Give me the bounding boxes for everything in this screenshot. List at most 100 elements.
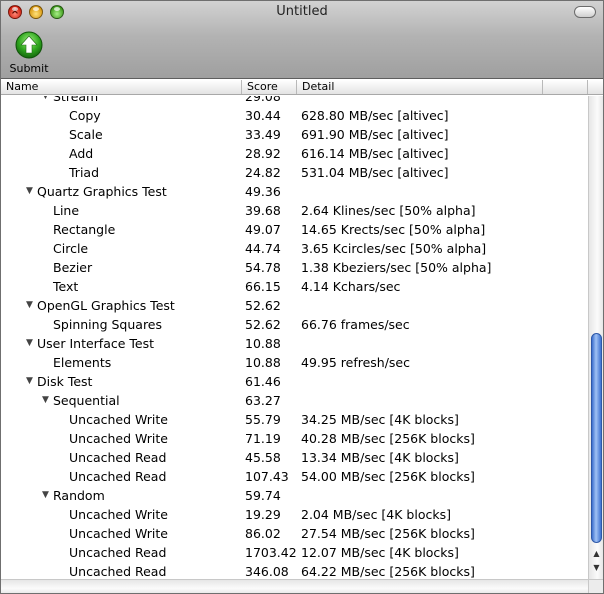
outline-row[interactable]: Copy 30.44 628.80 MB/sec [altivec]	[1, 106, 588, 125]
row-name: Random	[53, 488, 105, 503]
disclosure-triangle-icon[interactable]: ▼	[26, 296, 33, 315]
results-window: × Untitled Submit Name Score Detail ▼ St…	[0, 0, 604, 594]
outline-row[interactable]: Triad 24.82 531.04 MB/sec [altivec]	[1, 163, 588, 182]
disclosure-triangle-icon[interactable]: ▼	[26, 182, 33, 201]
row-name: Bezier	[53, 260, 93, 275]
outline-row[interactable]: Uncached Read 107.43 54.00 MB/sec [256K bl…	[1, 467, 588, 486]
outline-row[interactable]: Uncached Write 55.79 34.25 MB/sec [4K bloc…	[1, 410, 588, 429]
title-bar: × Untitled Submit	[1, 1, 603, 79]
submit-button[interactable]: Submit	[7, 31, 51, 77]
row-detail: 49.95 refresh/sec	[301, 355, 410, 370]
scroll-down-arrow-icon[interactable]: ▼	[592, 563, 601, 573]
outline-group-row[interactable]: ▼ Sequential 63.27	[1, 391, 588, 410]
row-score: 45.58	[245, 450, 281, 465]
submit-label: Submit	[9, 62, 49, 75]
row-detail: 2.04 MB/sec [4K blocks]	[301, 507, 451, 522]
row-detail: 66.76 frames/sec	[301, 317, 410, 332]
disclosure-triangle-icon[interactable]: ▼	[26, 372, 33, 391]
outline-group-row[interactable]: ▼ OpenGL Graphics Test 52.62	[1, 296, 588, 315]
column-detail-header[interactable]: Detail	[297, 80, 543, 94]
results-rows: ▼ Stream 29.08 Copy 30.44 628.80 MB/sec [alti…	[1, 96, 588, 579]
up-arrow-icon	[15, 31, 43, 59]
row-name: Stream	[53, 96, 99, 104]
outline-row[interactable]: Elements 10.88 49.95 refresh/sec	[1, 353, 588, 372]
row-score: 49.36	[245, 184, 281, 199]
row-name: Line	[53, 203, 80, 218]
outline-row[interactable]: Spinning Squares 52.62 66.76 frames/sec	[1, 315, 588, 334]
outline-row[interactable]: Uncached Read 346.08 64.22 MB/sec [256K bl…	[1, 562, 588, 579]
row-detail: 691.90 MB/sec [altivec]	[301, 127, 449, 142]
outline-row[interactable]: Uncached Read 45.58 13.34 MB/sec [4K block…	[1, 448, 588, 467]
row-detail: 13.34 MB/sec [4K blocks]	[301, 450, 459, 465]
row-detail: 616.14 MB/sec [altivec]	[301, 146, 449, 161]
scroll-thumb[interactable]	[591, 333, 602, 543]
row-score: 24.82	[245, 165, 281, 180]
row-detail: 34.25 MB/sec [4K blocks]	[301, 412, 459, 427]
toolbar-toggle-button[interactable]	[574, 6, 596, 18]
row-score: 39.68	[245, 203, 281, 218]
row-detail: 14.65 Krects/sec [50% alpha]	[301, 222, 486, 237]
row-name: Elements	[53, 355, 112, 370]
row-name: Uncached Read	[69, 564, 167, 579]
outline-row[interactable]: Uncached Write 71.19 40.28 MB/sec [256K bl…	[1, 429, 588, 448]
row-name: Quartz Graphics Test	[37, 184, 167, 199]
outline-row[interactable]: Uncached Write 86.02 27.54 MB/sec [256K bl…	[1, 524, 588, 543]
outline-row[interactable]: Rectangle 49.07 14.65 Krects/sec [50% alph…	[1, 220, 588, 239]
row-score: 28.92	[245, 146, 281, 161]
vertical-scrollbar[interactable]: ▲ ▼	[588, 96, 603, 579]
row-score: 44.74	[245, 241, 281, 256]
resize-corner[interactable]	[588, 579, 603, 593]
results-outline: ▼ Stream 29.08 Copy 30.44 628.80 MB/sec [alti…	[1, 96, 588, 579]
column-name-header[interactable]: Name	[1, 80, 242, 94]
disclosure-triangle-icon[interactable]: ▼	[26, 334, 33, 353]
row-score: 10.88	[245, 336, 281, 351]
row-name: User Interface Test	[37, 336, 155, 351]
disclosure-triangle-icon[interactable]: ▼	[42, 96, 49, 106]
row-score: 19.29	[245, 507, 281, 522]
outline-row[interactable]: Line 39.68 2.64 Klines/sec [50% alpha]	[1, 201, 588, 220]
outline-group-row[interactable]: ▼ User Interface Test 10.88	[1, 334, 588, 353]
row-name: Uncached Read	[69, 545, 167, 560]
row-name: Sequential	[53, 393, 120, 408]
outline-group-row[interactable]: ▼ Stream 29.08	[1, 96, 588, 106]
outline-row[interactable]: Text 66.15 4.14 Kchars/sec	[1, 277, 588, 296]
outline-row[interactable]: Bezier 54.78 1.38 Kbeziers/sec [50% alpha]	[1, 258, 588, 277]
outline-row[interactable]: Uncached Write 19.29 2.04 MB/sec [4K block…	[1, 505, 588, 524]
row-score: 59.74	[245, 488, 281, 503]
outline-row[interactable]: Circle 44.74 3.65 Kcircles/sec [50% alpha]	[1, 239, 588, 258]
row-detail: 628.80 MB/sec [altivec]	[301, 108, 449, 123]
row-detail: 12.07 MB/sec [4K blocks]	[301, 545, 459, 560]
row-name: Triad	[69, 165, 100, 180]
outline-group-row[interactable]: ▼ Random 59.74	[1, 486, 588, 505]
row-name: Circle	[53, 241, 89, 256]
row-score: 33.49	[245, 127, 281, 142]
window-title: Untitled	[276, 4, 328, 19]
disclosure-triangle-icon[interactable]: ▼	[42, 391, 49, 410]
row-detail: 3.65 Kcircles/sec [50% alpha]	[301, 241, 487, 256]
scroll-up-arrow-icon[interactable]: ▲	[592, 549, 601, 559]
row-detail: 64.22 MB/sec [256K blocks]	[301, 564, 475, 579]
row-name: Add	[69, 146, 94, 161]
row-detail: 531.04 MB/sec [altivec]	[301, 165, 449, 180]
outline-row[interactable]: Uncached Read 1703.42 12.07 MB/sec [4K blo…	[1, 543, 588, 562]
row-score: 52.62	[245, 317, 281, 332]
row-score: 54.78	[245, 260, 281, 275]
row-score: 86.02	[245, 526, 281, 541]
row-name: Scale	[69, 127, 103, 142]
row-name: Rectangle	[53, 222, 116, 237]
row-detail: 40.28 MB/sec [256K blocks]	[301, 431, 475, 446]
outline-row[interactable]: Add 28.92 616.14 MB/sec [altivec]	[1, 144, 588, 163]
outline-group-row[interactable]: ▼ Quartz Graphics Test 49.36	[1, 182, 588, 201]
row-name: Disk Test	[37, 374, 93, 389]
row-score: 55.79	[245, 412, 281, 427]
horizontal-scrollbar[interactable]	[1, 579, 588, 593]
row-score: 346.08	[245, 564, 289, 579]
disclosure-triangle-icon[interactable]: ▼	[42, 486, 49, 505]
outline-group-row[interactable]: ▼ Disk Test 61.46	[1, 372, 588, 391]
column-score-header[interactable]: Score	[242, 80, 297, 94]
row-name: Uncached Read	[69, 469, 167, 484]
row-detail: 27.54 MB/sec [256K blocks]	[301, 526, 475, 541]
row-score: 61.46	[245, 374, 281, 389]
outline-row[interactable]: Scale 33.49 691.90 MB/sec [altivec]	[1, 125, 588, 144]
row-detail: 54.00 MB/sec [256K blocks]	[301, 469, 475, 484]
